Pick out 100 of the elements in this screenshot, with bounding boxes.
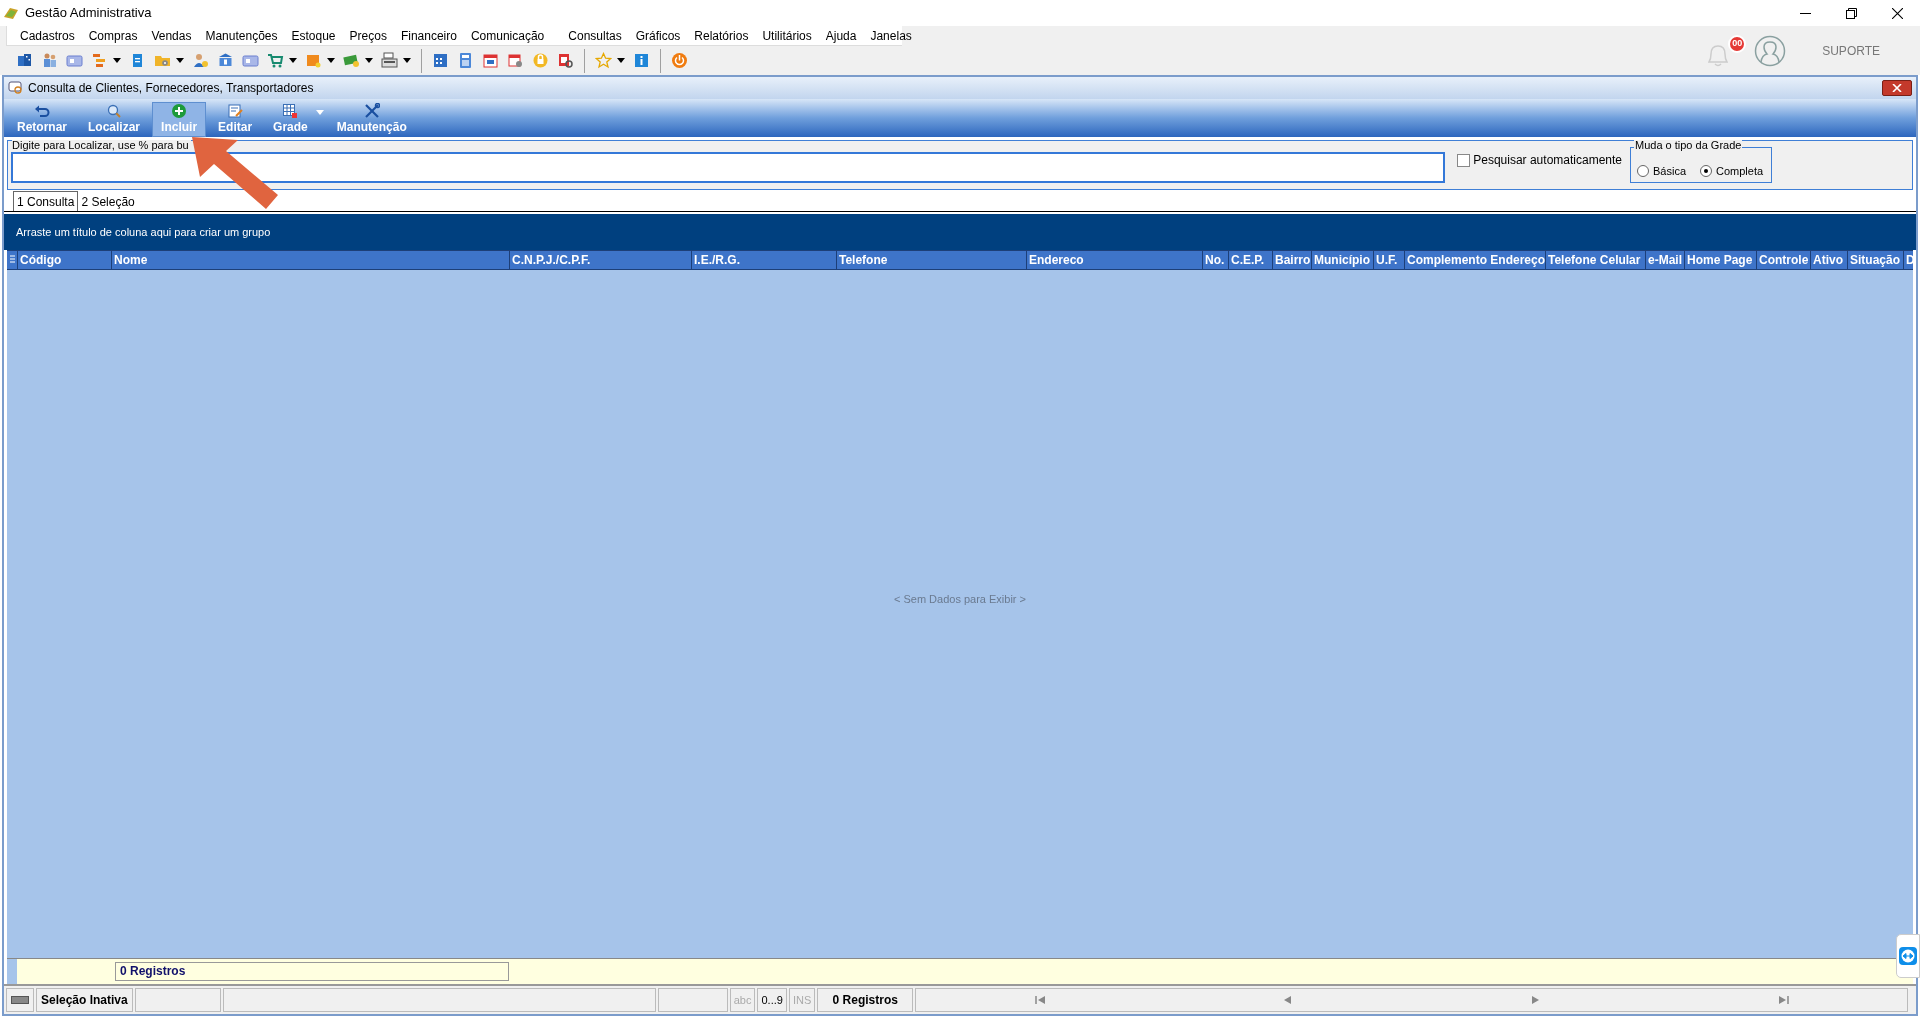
info-icon — [633, 52, 650, 69]
chat-search-icon — [8, 81, 24, 95]
column-header[interactable]: C.E.P. — [1229, 251, 1273, 269]
column-header[interactable]: Situação — [1848, 251, 1904, 269]
column-header[interactable]: No. — [1203, 251, 1229, 269]
caret-icon — [403, 58, 411, 63]
person-coin-icon — [192, 52, 209, 69]
menu-item[interactable]: Cadastros — [15, 26, 80, 45]
caret-icon — [365, 58, 373, 63]
last-record-icon — [1777, 995, 1789, 1005]
restore-icon — [1845, 7, 1857, 19]
user-avatar-icon[interactable] — [1754, 34, 1787, 67]
support-button[interactable]: SUPORTE — [1822, 41, 1880, 60]
list-icon — [9, 255, 15, 265]
menu-item[interactable]: Utilitários — [757, 26, 817, 45]
search-field[interactable] — [11, 152, 1446, 183]
group-panel-hint: Arraste um título de coluna aqui para criar um grupo — [16, 224, 271, 240]
toolbar-button[interactable]: Localizar — [79, 102, 150, 137]
caret-icon — [315, 110, 324, 115]
column-header[interactable]: e-Mail — [1646, 251, 1685, 269]
grid-icon — [282, 103, 299, 119]
menu-item[interactable]: Comunicação — [465, 26, 550, 45]
box-icon — [305, 52, 322, 69]
lock-icon — [532, 52, 549, 69]
menu-item[interactable]: Preços — [344, 26, 392, 45]
caret-icon — [617, 58, 625, 63]
menu-item[interactable]: Financeiro — [395, 26, 462, 45]
people-icon — [41, 52, 58, 69]
calculator-icon — [457, 52, 474, 69]
column-header[interactable]: Município — [1312, 251, 1374, 269]
caret-icon — [289, 58, 297, 63]
menu-item[interactable]: Estoque — [286, 26, 341, 45]
search-icon — [106, 103, 123, 119]
status-text: Seleção Inativa — [36, 988, 133, 1012]
add-icon — [171, 103, 188, 119]
app-title: Gestão Administrativa — [25, 4, 152, 23]
column-header[interactable]: C.N.P.J./C.P.F. — [510, 251, 692, 269]
record-count: 0 Registros — [115, 962, 509, 981]
toolbar-button[interactable]: Manutenção — [327, 102, 416, 137]
column-header[interactable]: Código — [18, 251, 112, 269]
empty-message: < Sem Dados para Exibir > — [893, 591, 1027, 607]
status-indicator: INS — [788, 988, 816, 1012]
status-indicator: abc — [729, 988, 756, 1012]
cart-icon — [267, 52, 284, 69]
search-label: Digite para Localizar, use % para bu — [12, 140, 191, 151]
toolbar-button[interactable]: Retornar — [8, 102, 76, 137]
tab[interactable]: 1 Consulta — [13, 191, 79, 211]
calendar-grid-icon — [432, 52, 449, 69]
caret-icon — [176, 58, 184, 63]
first-record-icon — [1034, 995, 1046, 1005]
keyboard-icon — [11, 996, 29, 1004]
column-header[interactable]: Nome — [112, 251, 510, 269]
previous-record-icon — [1282, 995, 1294, 1005]
menu-item[interactable]: Gráficos — [630, 26, 686, 45]
double-arrow-icon — [1899, 947, 1917, 965]
building-icon — [16, 52, 33, 69]
radio-option[interactable]: Completa — [1700, 163, 1764, 180]
menu-item[interactable]: Compras — [83, 26, 143, 45]
tools-icon — [363, 103, 380, 119]
column-header[interactable]: Home Page — [1685, 251, 1757, 269]
status-text: 0 Registros — [817, 988, 914, 1012]
close-icon — [1892, 84, 1902, 92]
column-header[interactable]: Telefone Celular — [1546, 251, 1646, 269]
remote-support-tab[interactable] — [1896, 934, 1920, 978]
column-header[interactable]: Ativo — [1811, 251, 1848, 269]
row-indicator-header[interactable] — [7, 251, 18, 269]
app-logo-icon — [2, 5, 20, 21]
menu-item[interactable]: Janelas — [865, 26, 917, 45]
caret-icon — [113, 58, 121, 63]
report-search-icon — [557, 52, 574, 69]
card-icon — [242, 52, 259, 69]
calendar-gear-icon — [507, 52, 524, 69]
radio-option[interactable]: Básica — [1637, 163, 1687, 180]
auto-search-checkbox[interactable]: Pesquisar automaticamente — [1457, 151, 1622, 169]
status-cell — [657, 988, 728, 1012]
column-header[interactable]: Endereco — [1027, 251, 1203, 269]
calendar-icon — [482, 52, 499, 69]
menu-item[interactable]: Manutenções — [200, 26, 283, 45]
column-header[interactable]: Controle — [1757, 251, 1811, 269]
menu-item[interactable]: Relatórios — [689, 26, 754, 45]
toolbar-button[interactable]: Grade — [264, 102, 317, 137]
bank-icon — [217, 52, 234, 69]
menu-item[interactable]: Vendas — [146, 26, 197, 45]
column-header[interactable]: Telefone — [837, 251, 1027, 269]
column-header[interactable]: U.F. — [1374, 251, 1405, 269]
money-icon — [343, 52, 360, 69]
status-indicator: 0...9 — [757, 988, 787, 1012]
power-icon — [671, 52, 688, 69]
column-header[interactable]: Bairro — [1273, 251, 1312, 269]
column-header[interactable]: Complemento Endereço — [1405, 251, 1546, 269]
column-header[interactable]: I.E./R.G. — [692, 251, 837, 269]
cash-register-icon — [381, 52, 398, 69]
card-icon — [66, 52, 83, 69]
close-button[interactable] — [1882, 80, 1912, 96]
menu-item[interactable]: Consultas — [563, 26, 627, 45]
toolbar-button[interactable]: Editar — [209, 102, 262, 137]
next-record-icon — [1529, 995, 1541, 1005]
close-icon — [1891, 7, 1903, 19]
menu-item[interactable]: Ajuda — [820, 26, 862, 45]
edit-icon — [227, 103, 244, 119]
